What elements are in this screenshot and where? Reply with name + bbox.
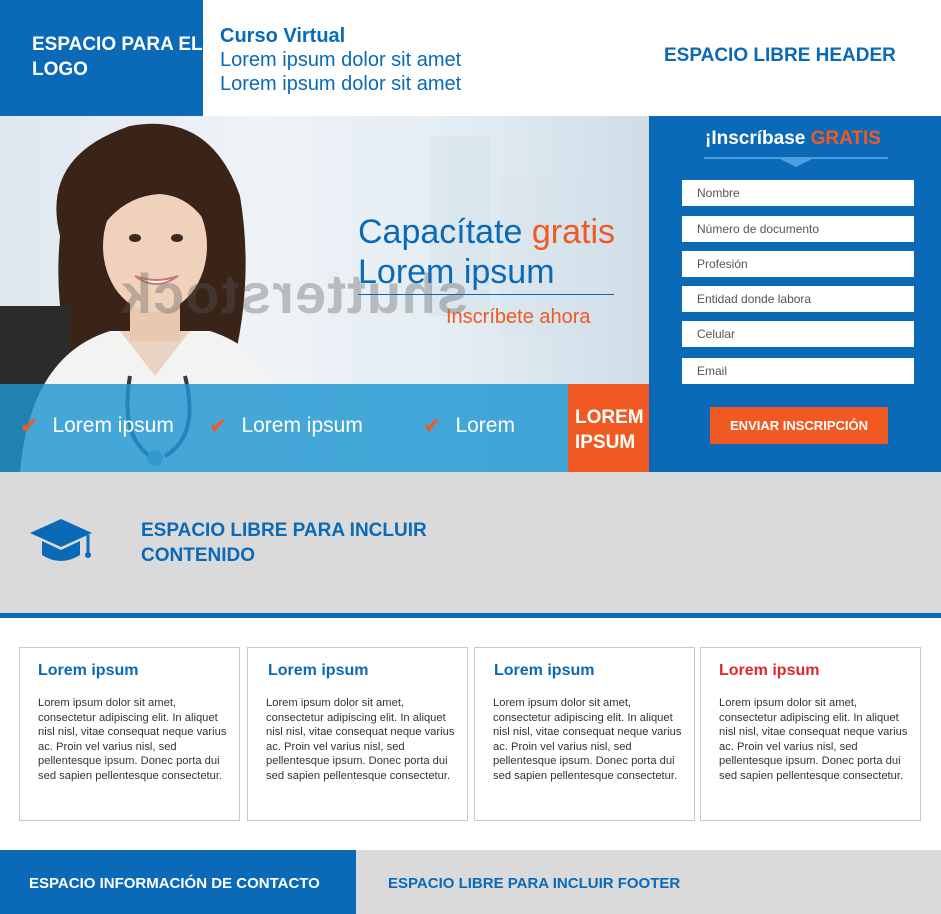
footer-contact: ESPACIO INFORMACIÓN DE CONTACTO: [0, 850, 356, 914]
info-card: Lorem ipsum Lorem ipsum dolor sit amet, …: [247, 647, 468, 821]
divider: [0, 613, 941, 618]
highlight-box: LOREM IPSUM: [568, 384, 649, 472]
check-icon: ✔: [209, 413, 228, 438]
feature-item: ✔ Lorem ipsum: [209, 413, 363, 439]
workplace-field[interactable]: Entidad donde labora: [682, 286, 914, 312]
phone-field[interactable]: Celular: [682, 321, 914, 347]
hero-title-part1: Capacítate: [358, 213, 532, 251]
feature-label: Lorem ipsum: [52, 414, 174, 437]
profession-field[interactable]: Profesión: [682, 251, 914, 277]
card-body: Lorem ipsum dolor sit amet, consectetur …: [719, 697, 908, 782]
submit-button[interactable]: ENVIAR INSCRIPCIÓN: [710, 407, 888, 444]
card-title: Lorem ipsum: [38, 662, 139, 679]
footer-free-space: ESPACIO LIBRE PARA INCLUIR FOOTER: [356, 850, 941, 914]
logo-placeholder[interactable]: ESPACIO PARA EL LOGO: [0, 0, 203, 116]
course-title: Curso Virtual: [220, 25, 346, 47]
info-card: Lorem ipsum Lorem ipsum dolor sit amet, …: [700, 647, 921, 821]
hero-divider: [358, 294, 614, 295]
course-info: Curso Virtual Lorem ipsum dolor sit amet…: [220, 24, 461, 96]
form-title-part1: ¡Inscríbase: [705, 128, 811, 149]
feature-label: Lorem ipsum: [241, 414, 363, 437]
card-body: Lorem ipsum dolor sit amet, consectetur …: [266, 697, 455, 782]
document-number-field[interactable]: Número de documento: [682, 216, 914, 242]
feature-item: ✔ Lorem: [423, 413, 515, 439]
check-icon: ✔: [20, 413, 39, 438]
card-body: Lorem ipsum dolor sit amet, consectetur …: [38, 697, 227, 782]
check-icon: ✔: [423, 413, 442, 438]
header-free-space: ESPACIO LIBRE HEADER: [664, 45, 896, 66]
info-card: Lorem ipsum Lorem ipsum dolor sit amet, …: [19, 647, 240, 821]
hero-cta-link[interactable]: Inscríbete ahora: [446, 306, 591, 329]
hero-banner: shutterstock Capacítate gratis Lorem ips…: [0, 116, 649, 472]
header: ESPACIO PARA EL LOGO Curso Virtual Lorem…: [0, 0, 941, 116]
graduation-cap-icon: [30, 519, 92, 561]
email-field[interactable]: Email: [682, 358, 914, 384]
form-title: ¡Inscríbase GRATIS: [705, 128, 881, 150]
card-title: Lorem ipsum: [494, 662, 595, 679]
feature-label: Lorem: [455, 414, 515, 437]
course-line-2: Lorem ipsum dolor sit amet: [220, 73, 462, 95]
hero-title-accent: gratis: [531, 213, 616, 251]
chevron-down-icon: [780, 159, 812, 167]
logo-text: ESPACIO PARA EL LOGO: [32, 34, 203, 80]
course-line-1: Lorem ipsum dolor sit amet: [220, 49, 462, 71]
registration-form: ¡Inscríbase GRATIS Nombre Número de docu…: [649, 116, 941, 472]
info-card: Lorem ipsum Lorem ipsum dolor sit amet, …: [474, 647, 695, 821]
name-field[interactable]: Nombre: [682, 180, 914, 206]
content-band: ESPACIO LIBRE PARA INCLUIR CONTENIDO: [0, 472, 941, 613]
card-title: Lorem ipsum: [268, 662, 369, 679]
card-title: Lorem ipsum: [719, 662, 820, 679]
hero-title-line2: Lorem ipsum: [358, 253, 555, 291]
form-title-accent: GRATIS: [810, 128, 881, 149]
card-body: Lorem ipsum dolor sit amet, consectetur …: [493, 697, 682, 782]
feature-bar: ✔ Lorem ipsum ✔ Lorem ipsum ✔ Lorem: [0, 384, 568, 472]
band-text: ESPACIO LIBRE PARA INCLUIR CONTENIDO: [141, 520, 427, 566]
hero-headline: Capacítate gratis Lorem ipsum: [358, 212, 615, 292]
feature-item: ✔ Lorem ipsum: [20, 413, 174, 439]
